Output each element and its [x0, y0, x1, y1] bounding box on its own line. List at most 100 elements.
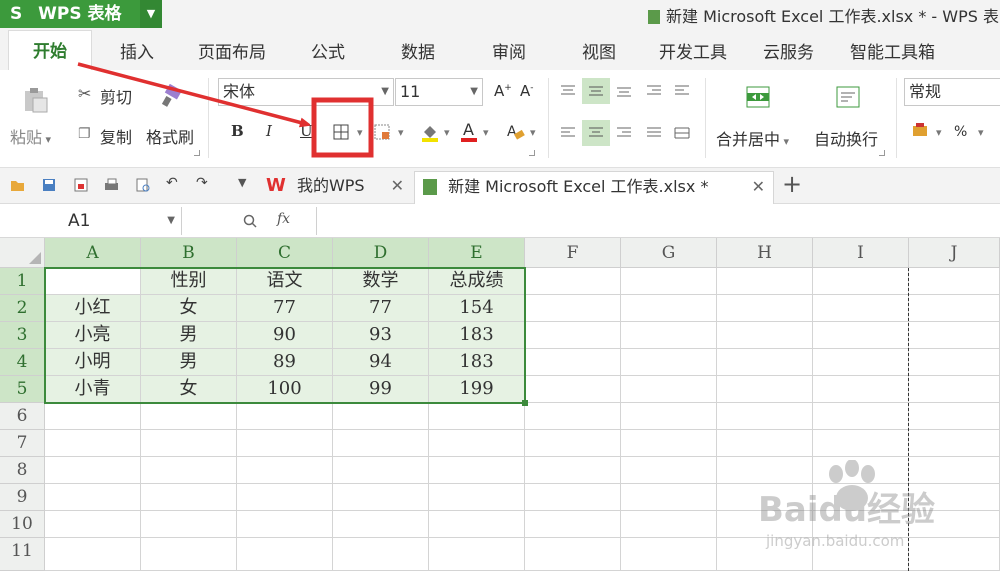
- cell[interactable]: [909, 403, 1000, 430]
- cell[interactable]: [141, 484, 237, 511]
- cell[interactable]: [621, 295, 717, 322]
- align-bottom-icon[interactable]: [616, 84, 632, 98]
- clear-format-icon[interactable]: A: [505, 122, 525, 142]
- paste-icon[interactable]: [22, 86, 50, 114]
- cell[interactable]: [717, 349, 813, 376]
- cell[interactable]: [237, 538, 333, 571]
- close-icon[interactable]: ✕: [391, 171, 404, 201]
- wrap-text-icon[interactable]: [836, 86, 860, 108]
- align-left-icon[interactable]: [560, 126, 576, 140]
- decrease-indent-icon[interactable]: [646, 84, 662, 98]
- tab-start[interactable]: 开始: [8, 30, 92, 70]
- cell[interactable]: [429, 511, 525, 538]
- cell[interactable]: [525, 484, 621, 511]
- cell[interactable]: [525, 349, 621, 376]
- cell[interactable]: [333, 457, 429, 484]
- column-header-i[interactable]: I: [813, 238, 909, 268]
- paste-button[interactable]: 粘贴 ▾: [10, 124, 51, 148]
- cell[interactable]: [813, 430, 909, 457]
- row-header[interactable]: 4: [0, 349, 45, 376]
- customize-dropdown-icon[interactable]: ▼: [238, 176, 252, 190]
- cell[interactable]: [525, 295, 621, 322]
- redo-icon[interactable]: ↷: [196, 175, 210, 191]
- cell[interactable]: [525, 430, 621, 457]
- alignment-launcher-icon[interactable]: [879, 150, 885, 156]
- row-header[interactable]: 1: [0, 268, 45, 295]
- cell[interactable]: [909, 295, 1000, 322]
- column-header-d[interactable]: D: [333, 238, 429, 268]
- cell[interactable]: [909, 511, 1000, 538]
- save-icon[interactable]: [42, 178, 56, 192]
- cell[interactable]: 小亮: [45, 322, 141, 349]
- align-center-button[interactable]: [582, 120, 610, 146]
- border-dropdown-icon[interactable]: ▾: [357, 126, 363, 139]
- clear-format-dropdown-icon[interactable]: ▾: [530, 126, 536, 139]
- cell[interactable]: [429, 484, 525, 511]
- currency-icon[interactable]: [912, 122, 930, 140]
- fill-color-dropdown-icon[interactable]: ▾: [444, 126, 450, 139]
- cell[interactable]: [813, 295, 909, 322]
- print-icon[interactable]: [104, 178, 118, 192]
- cell[interactable]: [909, 430, 1000, 457]
- fill-handle[interactable]: [522, 400, 528, 406]
- row-header[interactable]: 8: [0, 457, 45, 484]
- cell[interactable]: [237, 511, 333, 538]
- tab-my-wps[interactable]: W 我的WPS ✕: [260, 171, 412, 204]
- cell[interactable]: [525, 376, 621, 403]
- row-header[interactable]: 7: [0, 430, 45, 457]
- number-format-select[interactable]: 常规: [904, 78, 1000, 106]
- cell[interactable]: [237, 403, 333, 430]
- font-name-select[interactable]: 宋体 ▼: [218, 78, 394, 106]
- wrap-text-button[interactable]: 自动换行: [814, 126, 878, 150]
- cell[interactable]: [813, 538, 909, 571]
- row-header[interactable]: 6: [0, 403, 45, 430]
- currency-dropdown-icon[interactable]: ▾: [936, 126, 942, 139]
- cell[interactable]: [141, 538, 237, 571]
- cell[interactable]: 154: [429, 295, 525, 322]
- select-all-corner[interactable]: [0, 238, 45, 268]
- tab-page-layout[interactable]: 页面布局: [198, 38, 266, 63]
- row-header[interactable]: 10: [0, 511, 45, 538]
- cell[interactable]: [621, 430, 717, 457]
- cell[interactable]: 总成绩: [429, 268, 525, 295]
- row-header[interactable]: 2: [0, 295, 45, 322]
- cell[interactable]: [141, 430, 237, 457]
- cell[interactable]: [621, 457, 717, 484]
- cell[interactable]: [237, 430, 333, 457]
- cell[interactable]: 90: [237, 322, 333, 349]
- cell-style-dropdown-icon[interactable]: ▾: [398, 126, 404, 139]
- cell[interactable]: 男: [141, 322, 237, 349]
- cell[interactable]: [237, 457, 333, 484]
- font-color-dropdown-icon[interactable]: ▾: [483, 126, 489, 139]
- distributed-align-icon[interactable]: [674, 126, 690, 140]
- cell[interactable]: [333, 538, 429, 571]
- cell[interactable]: [717, 322, 813, 349]
- cell[interactable]: [621, 268, 717, 295]
- cell[interactable]: [333, 511, 429, 538]
- cell[interactable]: [813, 484, 909, 511]
- cell[interactable]: [717, 430, 813, 457]
- column-header-f[interactable]: F: [525, 238, 621, 268]
- increase-indent-icon[interactable]: [674, 84, 690, 98]
- merge-center-button[interactable]: 合并居中 ▾: [716, 126, 789, 150]
- cell[interactable]: [717, 268, 813, 295]
- tab-current-workbook[interactable]: 新建 Microsoft Excel 工作表.xlsx * ✕: [414, 171, 774, 204]
- scissors-icon[interactable]: ✂: [78, 84, 91, 103]
- font-launcher-icon[interactable]: [529, 150, 535, 156]
- cell[interactable]: [333, 484, 429, 511]
- cell[interactable]: 小青: [45, 376, 141, 403]
- print-preview-icon[interactable]: [136, 178, 150, 192]
- cell[interactable]: 183: [429, 322, 525, 349]
- cell[interactable]: [717, 295, 813, 322]
- cell[interactable]: [621, 349, 717, 376]
- column-header-b[interactable]: B: [141, 238, 237, 268]
- italic-button[interactable]: I: [266, 122, 272, 140]
- cell[interactable]: 77: [237, 295, 333, 322]
- underline-button[interactable]: U: [300, 122, 313, 140]
- tab-developer[interactable]: 开发工具: [659, 38, 727, 63]
- cell[interactable]: [45, 268, 141, 295]
- cell[interactable]: [909, 349, 1000, 376]
- column-header-c[interactable]: C: [237, 238, 333, 268]
- chevron-down-icon[interactable]: ▼: [140, 0, 162, 28]
- align-top-icon[interactable]: [560, 84, 576, 98]
